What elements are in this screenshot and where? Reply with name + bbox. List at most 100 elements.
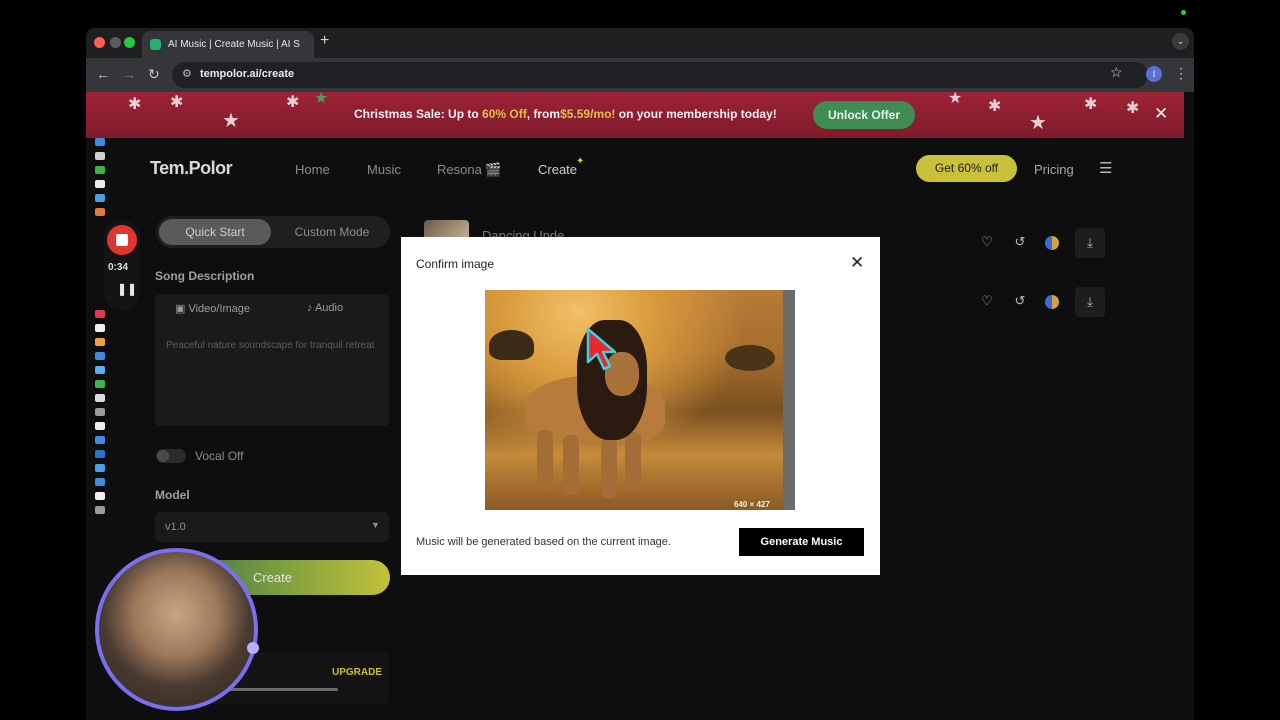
browser-menu-icon[interactable]: ⋮ (1174, 65, 1188, 82)
webcam-resize-handle[interactable] (247, 642, 259, 654)
browser-toolbar: ← → ↻ ⚙ tempolor.ai/create ☆ I ⋮ (86, 58, 1194, 92)
nav-music[interactable]: Music (367, 162, 401, 177)
dock-app-icon[interactable] (95, 394, 105, 402)
dock-app-icon[interactable] (95, 138, 105, 146)
dock-app-icon[interactable] (95, 436, 105, 444)
extend-icon[interactable] (1045, 295, 1059, 309)
snowflake-icon: ✱ (170, 94, 184, 111)
dock-app-icon[interactable] (95, 352, 105, 360)
song-description-box: ▣ Video/Image ♪ Audio Peaceful nature so… (155, 294, 389, 426)
browser-tab[interactable]: AI Music | Create Music | AI S ✕ (142, 31, 314, 58)
remix-icon[interactable]: ↺ (1010, 234, 1030, 250)
toggle-knob (157, 450, 169, 462)
lion-leg (563, 435, 579, 495)
dock-app-icon[interactable] (95, 152, 105, 160)
generate-music-button[interactable]: Generate Music (739, 528, 864, 556)
profile-avatar[interactable]: I (1146, 66, 1162, 82)
extend-icon[interactable] (1045, 236, 1059, 250)
dock-app-icon[interactable] (95, 450, 105, 458)
dock-app-icon[interactable] (95, 324, 105, 332)
promo-text: Christmas Sale: Up to 60% Off, from$5.59… (354, 107, 777, 121)
lion-leg (601, 438, 617, 498)
dock-app-icon[interactable] (95, 492, 105, 500)
menu-icon[interactable]: ☰ (1099, 159, 1112, 177)
bookmark-star-icon[interactable]: ☆ (1110, 64, 1123, 81)
model-label: Model (155, 488, 190, 502)
site-settings-icon[interactable]: ⚙ (182, 67, 192, 80)
new-tab-icon[interactable]: + (320, 32, 329, 50)
confirm-image-dialog: Confirm image ✕ 640 × 427 Music will be … (401, 237, 880, 575)
heart-icon[interactable]: ♡ (977, 234, 997, 250)
sparkle-icon: ✦ (576, 156, 585, 167)
vocal-toggle[interactable] (156, 449, 186, 463)
nav-home[interactable]: Home (295, 162, 330, 177)
url-text: tempolor.ai/create (200, 68, 295, 80)
tab-audio-label: Audio (314, 302, 344, 314)
dock-app-icon[interactable] (95, 464, 105, 472)
chevron-down-icon: ▼ (371, 520, 380, 530)
unlock-offer-button[interactable]: Unlock Offer (813, 101, 915, 129)
promo-banner: ✱ ✱ ★ ✱ ★ ★ ✱ ★ ✱ ✱ Christmas Sale: Up t… (86, 92, 1184, 138)
model-select[interactable]: v1.0 ▼ (155, 512, 389, 542)
dock-app-icon[interactable] (95, 408, 105, 416)
dock-app-icon[interactable] (95, 506, 105, 514)
snowflake-icon: ✱ (286, 94, 300, 111)
app-dock (93, 138, 107, 538)
tab-title: AI Music | Create Music | AI S (168, 39, 300, 50)
image-dimensions: 640 × 427 (734, 500, 770, 509)
dock-app-icon[interactable] (95, 478, 105, 486)
star-ornament-icon: ★ (222, 110, 240, 132)
mode-switch: Quick Start Custom Mode (156, 216, 390, 248)
tab-custom-mode[interactable]: Custom Mode (280, 219, 384, 245)
tab-audio[interactable]: ♪ Audio (307, 302, 343, 314)
address-bar[interactable]: ⚙ tempolor.ai/create (172, 62, 1148, 88)
tree-shape (489, 330, 534, 360)
remix-icon[interactable]: ↺ (1010, 293, 1030, 309)
webcam-overlay (95, 548, 258, 711)
tab-quick-start[interactable]: Quick Start (159, 219, 271, 245)
reload-icon[interactable]: ↻ (148, 66, 160, 83)
description-input[interactable]: Peaceful nature soundscape for tranquil … (166, 338, 381, 353)
download-icon[interactable]: ⤓ (1075, 287, 1105, 317)
close-window-button[interactable] (94, 37, 105, 48)
download-icon[interactable]: ⤓ (1075, 228, 1105, 258)
lion-leg (625, 432, 641, 492)
mouse-cursor-icon (586, 327, 617, 371)
site-favicon-icon (150, 39, 161, 50)
audio-file-icon: ♪ (307, 302, 313, 314)
camera-indicator-dot (1181, 10, 1186, 15)
star-ornament-icon: ★ (1029, 112, 1047, 134)
star-ornament-icon: ★ (314, 92, 329, 107)
back-arrow-icon[interactable]: ← (96, 66, 110, 82)
dock-app-icon[interactable] (95, 338, 105, 346)
image-scrollbar[interactable] (783, 290, 795, 510)
snowflake-icon: ✱ (1084, 96, 1098, 113)
tab-video-image[interactable]: ▣ Video/Image (175, 302, 250, 315)
heart-icon[interactable]: ♡ (977, 293, 997, 309)
stop-recording-button[interactable] (107, 225, 137, 255)
upgrade-link[interactable]: UPGRADE (332, 667, 382, 678)
close-icon[interactable]: ✕ (850, 253, 864, 273)
pause-icon[interactable]: ❚❚ (117, 282, 137, 296)
zoom-window-button[interactable] (124, 37, 135, 48)
snowflake-icon: ✱ (988, 98, 1002, 115)
nav-resona[interactable]: Resona 🎬 (437, 162, 502, 178)
dock-app-icon[interactable] (95, 166, 105, 174)
minimize-window-button[interactable] (110, 37, 121, 48)
dock-app-icon[interactable] (95, 366, 105, 374)
dock-app-icon[interactable] (95, 180, 105, 188)
screen-recorder-controls: 0:34 ❚❚ (104, 220, 140, 310)
dock-app-icon[interactable] (95, 194, 105, 202)
dialog-note: Music will be generated based on the cur… (416, 536, 671, 548)
dock-app-icon[interactable] (95, 310, 105, 318)
nav-create[interactable]: Create (538, 162, 577, 177)
forward-arrow-icon[interactable]: → (122, 66, 136, 82)
tab-search-chevron-icon[interactable]: ⌄ (1172, 33, 1189, 50)
nav-pricing[interactable]: Pricing (1034, 162, 1074, 177)
dock-app-icon[interactable] (95, 422, 105, 430)
get-discount-button[interactable]: Get 60% off (916, 155, 1017, 182)
dock-app-icon[interactable] (95, 380, 105, 388)
dock-app-icon[interactable] (95, 208, 105, 216)
site-logo[interactable]: Tem.Polor (150, 158, 233, 179)
close-icon[interactable]: ✕ (1154, 104, 1168, 124)
